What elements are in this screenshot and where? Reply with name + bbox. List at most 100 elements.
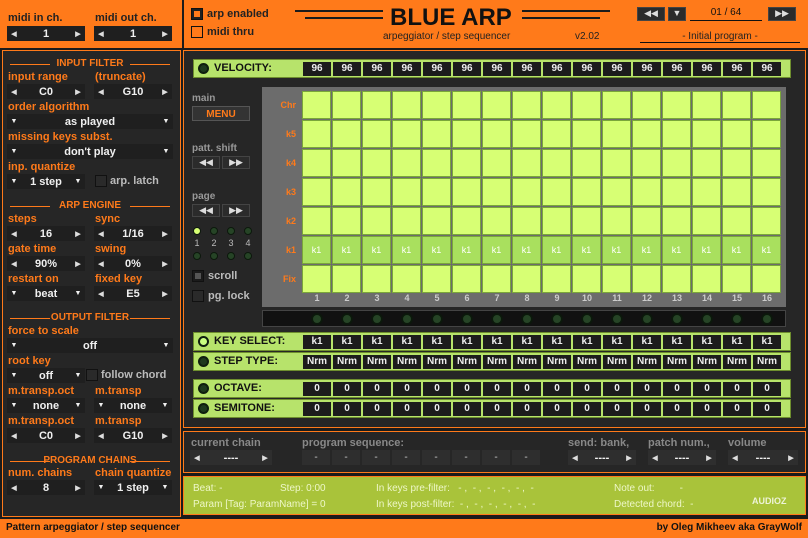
mtransp-spinner[interactable]: ◀ G10 ▶ bbox=[94, 428, 172, 443]
key-select-cell[interactable]: k1 bbox=[723, 335, 751, 349]
grid-cell[interactable] bbox=[362, 149, 391, 177]
mtransp-oct-dropdown[interactable]: ▼ none ▼ bbox=[7, 398, 85, 413]
chain-quantize-dropdown[interactable]: ▼ 1 step ▼ bbox=[94, 480, 172, 495]
arp-latch-checkbox[interactable] bbox=[95, 175, 107, 187]
key-select-cell[interactable]: k1 bbox=[753, 335, 781, 349]
grid-cell[interactable] bbox=[332, 91, 361, 119]
step-type-cell[interactable]: Nrm bbox=[303, 355, 331, 369]
grid-cell[interactable]: k1 bbox=[392, 236, 421, 264]
grid-cell[interactable] bbox=[362, 91, 391, 119]
program-sequence-slot[interactable]: - bbox=[452, 450, 480, 465]
octave-cell[interactable]: 0 bbox=[303, 382, 331, 396]
key-select-cell[interactable]: k1 bbox=[483, 335, 511, 349]
key-select-cell[interactable]: k1 bbox=[453, 335, 481, 349]
midi-out-spinner[interactable]: ◀ 1 ▶ bbox=[94, 26, 172, 41]
step-type-cell[interactable]: Nrm bbox=[723, 355, 751, 369]
grid-cell[interactable] bbox=[392, 91, 421, 119]
grid-cell[interactable] bbox=[512, 120, 541, 148]
grid-cell[interactable] bbox=[362, 178, 391, 206]
restart-dropdown[interactable]: ▼ beat ▼ bbox=[7, 286, 85, 301]
volume-spinner[interactable]: ◀ ---- ▶ bbox=[728, 450, 798, 465]
steps-spinner[interactable]: ◀ 16 ▶ bbox=[7, 226, 85, 241]
key-select-cell[interactable]: k1 bbox=[663, 335, 691, 349]
octave-cell[interactable]: 0 bbox=[363, 382, 391, 396]
menu-button[interactable]: MENU bbox=[192, 106, 250, 121]
page-prev-button[interactable]: ◀◀ bbox=[192, 204, 220, 217]
key-select-cell[interactable]: k1 bbox=[423, 335, 451, 349]
fixed-key-spinner[interactable]: ◀ E5 ▶ bbox=[94, 286, 172, 301]
key-select-cell[interactable]: k1 bbox=[303, 335, 331, 349]
grid-cell[interactable] bbox=[572, 91, 601, 119]
semitone-cell[interactable]: 0 bbox=[543, 402, 571, 416]
velocity-cell[interactable]: 96 bbox=[363, 62, 391, 76]
velocity-cell[interactable]: 96 bbox=[633, 62, 661, 76]
step-type-cell[interactable]: Nrm bbox=[573, 355, 601, 369]
grid-cell[interactable] bbox=[542, 149, 571, 177]
octave-cell[interactable]: 0 bbox=[693, 382, 721, 396]
grid-cell[interactable] bbox=[662, 149, 691, 177]
step-type-cell[interactable]: Nrm bbox=[663, 355, 691, 369]
grid-cell[interactable] bbox=[722, 91, 751, 119]
velocity-cell[interactable]: 96 bbox=[513, 62, 541, 76]
grid-cell[interactable] bbox=[542, 120, 571, 148]
grid-cell[interactable] bbox=[512, 207, 541, 235]
grid-cell[interactable] bbox=[602, 120, 631, 148]
grid-cell[interactable] bbox=[332, 178, 361, 206]
grid-cell[interactable] bbox=[752, 91, 781, 119]
octave-cell[interactable]: 0 bbox=[723, 382, 751, 396]
grid-cell[interactable] bbox=[422, 207, 451, 235]
grid-cell[interactable] bbox=[632, 207, 661, 235]
grid-cell[interactable] bbox=[362, 207, 391, 235]
velocity-cell[interactable]: 96 bbox=[723, 62, 751, 76]
scroll-checkbox[interactable] bbox=[192, 270, 204, 282]
semitone-cell[interactable]: 0 bbox=[693, 402, 721, 416]
grid-cell[interactable] bbox=[332, 207, 361, 235]
step-type-cell[interactable]: Nrm bbox=[753, 355, 781, 369]
grid-cell[interactable] bbox=[542, 207, 571, 235]
grid-cell[interactable] bbox=[392, 207, 421, 235]
octave-cell[interactable]: 0 bbox=[753, 382, 781, 396]
root-key-dropdown[interactable]: ▼ off ▼ bbox=[7, 368, 85, 383]
key-select-cell[interactable]: k1 bbox=[633, 335, 661, 349]
grid-cell[interactable] bbox=[632, 120, 661, 148]
grid-cell[interactable] bbox=[722, 149, 751, 177]
grid-cell[interactable] bbox=[482, 265, 511, 293]
octave-cell[interactable]: 0 bbox=[513, 382, 541, 396]
current-chain-spinner[interactable]: ◀ ---- ▶ bbox=[190, 450, 272, 465]
page-led-icon[interactable] bbox=[193, 252, 201, 260]
grid-cell[interactable] bbox=[362, 265, 391, 293]
octave-cell[interactable]: 0 bbox=[423, 382, 451, 396]
grid-cell[interactable] bbox=[752, 149, 781, 177]
grid-cell[interactable] bbox=[302, 178, 331, 206]
grid-cell[interactable] bbox=[602, 149, 631, 177]
grid-cell[interactable]: k1 bbox=[452, 236, 481, 264]
grid-cell[interactable]: k1 bbox=[722, 236, 751, 264]
grid-cell[interactable] bbox=[452, 178, 481, 206]
grid-cell[interactable] bbox=[752, 120, 781, 148]
grid-cell[interactable] bbox=[692, 178, 721, 206]
step-type-cell[interactable]: Nrm bbox=[333, 355, 361, 369]
grid-cell[interactable] bbox=[302, 149, 331, 177]
prev-program-button[interactable]: ◀◀ bbox=[637, 7, 665, 21]
step-type-cell[interactable]: Nrm bbox=[693, 355, 721, 369]
program-sequence-slot[interactable]: - bbox=[302, 450, 330, 465]
grid-cell[interactable] bbox=[632, 91, 661, 119]
grid-cell[interactable] bbox=[752, 265, 781, 293]
grid-cell[interactable] bbox=[452, 91, 481, 119]
key-select-cell[interactable]: k1 bbox=[333, 335, 361, 349]
semitone-cell[interactable]: 0 bbox=[573, 402, 601, 416]
step-type-cell[interactable]: Nrm bbox=[603, 355, 631, 369]
velocity-cell[interactable]: 96 bbox=[303, 62, 331, 76]
grid-cell[interactable]: k1 bbox=[692, 236, 721, 264]
grid-cell[interactable] bbox=[392, 178, 421, 206]
grid-cell[interactable]: k1 bbox=[602, 236, 631, 264]
page-led-icon[interactable] bbox=[193, 227, 201, 235]
velocity-cell[interactable]: 96 bbox=[753, 62, 781, 76]
grid-cell[interactable]: k1 bbox=[332, 236, 361, 264]
grid-cell[interactable] bbox=[602, 178, 631, 206]
step-type-cell[interactable]: Nrm bbox=[633, 355, 661, 369]
next-program-button[interactable]: ▶▶ bbox=[768, 7, 796, 21]
grid-cell[interactable] bbox=[632, 178, 661, 206]
step-type-cell[interactable]: Nrm bbox=[423, 355, 451, 369]
semitone-cell[interactable]: 0 bbox=[363, 402, 391, 416]
